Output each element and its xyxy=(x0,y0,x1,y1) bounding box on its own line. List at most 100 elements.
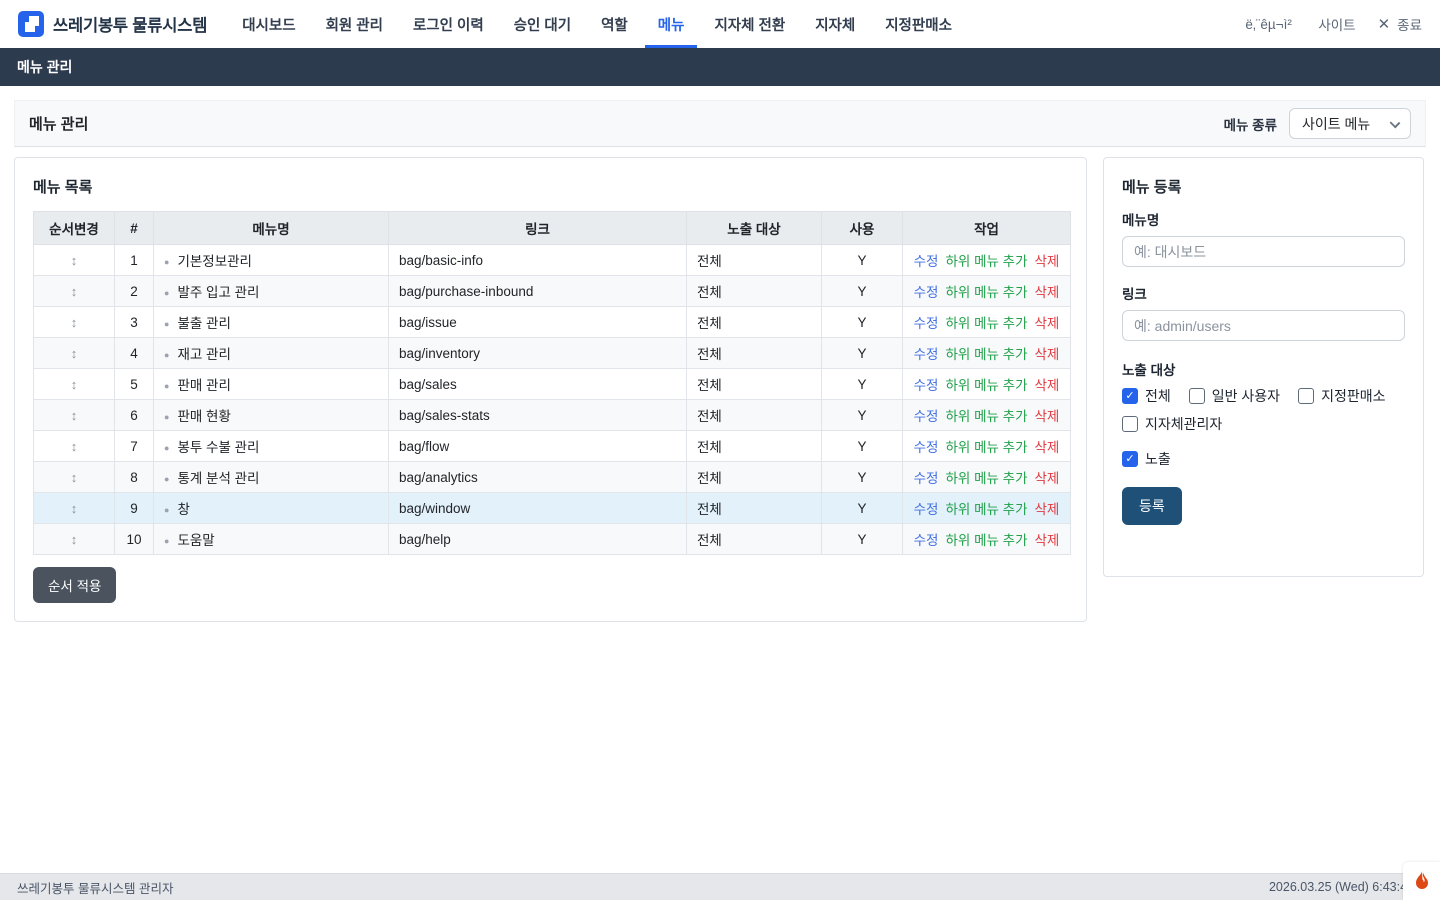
column-header-2: 메뉴명 xyxy=(154,212,389,245)
menu-link: bag/analytics xyxy=(389,462,687,493)
table-row: ↕9●창bag/window전체Y수정하위 메뉴 추가삭제 xyxy=(34,493,1071,524)
actions-cell: 수정 하위 메뉴 추가 삭제 xyxy=(903,493,1071,524)
menu-name-cell: ●재고 관리 xyxy=(154,338,389,369)
edit-link[interactable]: 수정 xyxy=(914,378,939,393)
exposure-target: 전체 xyxy=(687,338,822,369)
actions-cell: 수정 하위 메뉴 추가 삭제 xyxy=(903,524,1071,555)
bullet-icon: ● xyxy=(164,350,169,360)
menu-list-title: 메뉴 목록 xyxy=(33,176,1068,197)
target-checkbox-3[interactable]: 지자체관리자 xyxy=(1122,414,1222,434)
topnav-item-1[interactable]: 회원 관리 xyxy=(313,0,396,48)
drag-handle-icon[interactable]: ↕ xyxy=(71,253,78,268)
delete-link[interactable]: 삭제 xyxy=(1035,254,1060,269)
topnav-item-5[interactable]: 메뉴 xyxy=(645,0,698,48)
menu-link-input[interactable] xyxy=(1122,310,1405,341)
add-submenu-link[interactable]: 하위 메뉴 추가 xyxy=(945,254,1027,269)
exposure-target: 전체 xyxy=(687,245,822,276)
drag-handle-icon[interactable]: ↕ xyxy=(71,284,78,299)
actions-cell: 수정 하위 메뉴 추가 삭제 xyxy=(903,338,1071,369)
column-header-3: 링크 xyxy=(389,212,687,245)
edit-link[interactable]: 수정 xyxy=(914,502,939,517)
edit-link[interactable]: 수정 xyxy=(914,316,939,331)
actions-cell: 수정 하위 메뉴 추가 삭제 xyxy=(903,400,1071,431)
edit-link[interactable]: 수정 xyxy=(914,409,939,424)
add-submenu-link[interactable]: 하위 메뉴 추가 xyxy=(945,471,1027,486)
drag-handle-icon[interactable]: ↕ xyxy=(71,346,78,361)
delete-link[interactable]: 삭제 xyxy=(1035,502,1060,517)
edit-link[interactable]: 수정 xyxy=(914,533,939,548)
bullet-icon: ● xyxy=(164,474,169,484)
sort-cell: ↕ xyxy=(34,524,115,555)
delete-link[interactable]: 삭제 xyxy=(1035,378,1060,393)
delete-link[interactable]: 삭제 xyxy=(1035,471,1060,486)
add-submenu-link[interactable]: 하위 메뉴 추가 xyxy=(945,502,1027,517)
edit-link[interactable]: 수정 xyxy=(914,285,939,300)
drag-handle-icon[interactable]: ↕ xyxy=(71,470,78,485)
target-checkbox-0[interactable]: 전체 xyxy=(1122,386,1171,406)
menu-name-input[interactable] xyxy=(1122,236,1405,267)
drag-handle-icon[interactable]: ↕ xyxy=(71,439,78,454)
exposure-target-label: 노출 대상 xyxy=(1122,359,1405,379)
topnav-item-4[interactable]: 역할 xyxy=(588,0,641,48)
target-checkbox-2[interactable]: 지정판매소 xyxy=(1298,386,1385,406)
exposure-target: 전체 xyxy=(687,431,822,462)
edit-link[interactable]: 수정 xyxy=(914,254,939,269)
add-submenu-link[interactable]: 하위 메뉴 추가 xyxy=(945,316,1027,331)
row-number: 1 xyxy=(115,245,154,276)
register-button[interactable]: 등록 xyxy=(1122,487,1182,525)
row-number: 10 xyxy=(115,524,154,555)
visible-checkbox-label: 노출 xyxy=(1145,449,1171,469)
menu-name-cell: ●불출 관리 xyxy=(154,307,389,338)
sort-cell: ↕ xyxy=(34,338,115,369)
delete-link[interactable]: 삭제 xyxy=(1035,316,1060,331)
site-link[interactable]: 사이트 xyxy=(1318,14,1355,34)
column-header-1: # xyxy=(115,212,154,245)
drag-handle-icon[interactable]: ↕ xyxy=(71,408,78,423)
menu-link: bag/basic-info xyxy=(389,245,687,276)
add-submenu-link[interactable]: 하위 메뉴 추가 xyxy=(945,378,1027,393)
add-submenu-link[interactable]: 하위 메뉴 추가 xyxy=(945,285,1027,300)
use-flag: Y xyxy=(822,400,903,431)
delete-link[interactable]: 삭제 xyxy=(1035,409,1060,424)
topnav-item-0[interactable]: 대시보드 xyxy=(229,0,308,48)
add-submenu-link[interactable]: 하위 메뉴 추가 xyxy=(945,440,1027,455)
delete-link[interactable]: 삭제 xyxy=(1035,440,1060,455)
delete-link[interactable]: 삭제 xyxy=(1035,533,1060,548)
flame-icon xyxy=(1412,869,1432,893)
topnav-item-2[interactable]: 로그인 이력 xyxy=(400,0,497,48)
menu-link-label: 링크 xyxy=(1122,283,1405,303)
edit-link[interactable]: 수정 xyxy=(914,440,939,455)
toolbar: 메뉴 관리 메뉴 종류 사이트 메뉴 xyxy=(14,100,1426,147)
exposure-target: 전체 xyxy=(687,493,822,524)
add-submenu-link[interactable]: 하위 메뉴 추가 xyxy=(945,533,1027,548)
add-submenu-link[interactable]: 하위 메뉴 추가 xyxy=(945,347,1027,362)
edit-link[interactable]: 수정 xyxy=(914,471,939,486)
visible-checkbox[interactable]: 노출 xyxy=(1122,449,1405,469)
target-checkbox-1[interactable]: 일반 사용자 xyxy=(1189,386,1280,406)
menu-link: bag/flow xyxy=(389,431,687,462)
column-header-5: 사용 xyxy=(822,212,903,245)
logout-button[interactable]: ✕ 종료 xyxy=(1378,14,1422,34)
menu-type-select[interactable]: 사이트 메뉴 xyxy=(1289,108,1411,139)
table-row: ↕7●봉투 수불 관리bag/flow전체Y수정하위 메뉴 추가삭제 xyxy=(34,431,1071,462)
drag-handle-icon[interactable]: ↕ xyxy=(71,377,78,392)
actions-cell: 수정 하위 메뉴 추가 삭제 xyxy=(903,431,1071,462)
topnav-item-7[interactable]: 지자체 xyxy=(802,0,868,48)
apply-order-button[interactable]: 순서 적용 xyxy=(33,567,116,603)
drag-handle-icon[interactable]: ↕ xyxy=(71,315,78,330)
debug-toolbar-badge[interactable] xyxy=(1403,862,1440,900)
column-header-0: 순서변경 xyxy=(34,212,115,245)
sort-cell: ↕ xyxy=(34,369,115,400)
topnav-item-3[interactable]: 승인 대기 xyxy=(501,0,584,48)
delete-link[interactable]: 삭제 xyxy=(1035,285,1060,300)
drag-handle-icon[interactable]: ↕ xyxy=(71,501,78,516)
add-submenu-link[interactable]: 하위 메뉴 추가 xyxy=(945,409,1027,424)
drag-handle-icon[interactable]: ↕ xyxy=(71,532,78,547)
use-flag: Y xyxy=(822,493,903,524)
menu-name-cell: ●판매 관리 xyxy=(154,369,389,400)
edit-link[interactable]: 수정 xyxy=(914,347,939,362)
delete-link[interactable]: 삭제 xyxy=(1035,347,1060,362)
topnav-item-6[interactable]: 지자체 전환 xyxy=(701,0,798,48)
menu-name: 판매 현황 xyxy=(177,409,230,424)
topnav-item-8[interactable]: 지정판매소 xyxy=(872,0,965,48)
